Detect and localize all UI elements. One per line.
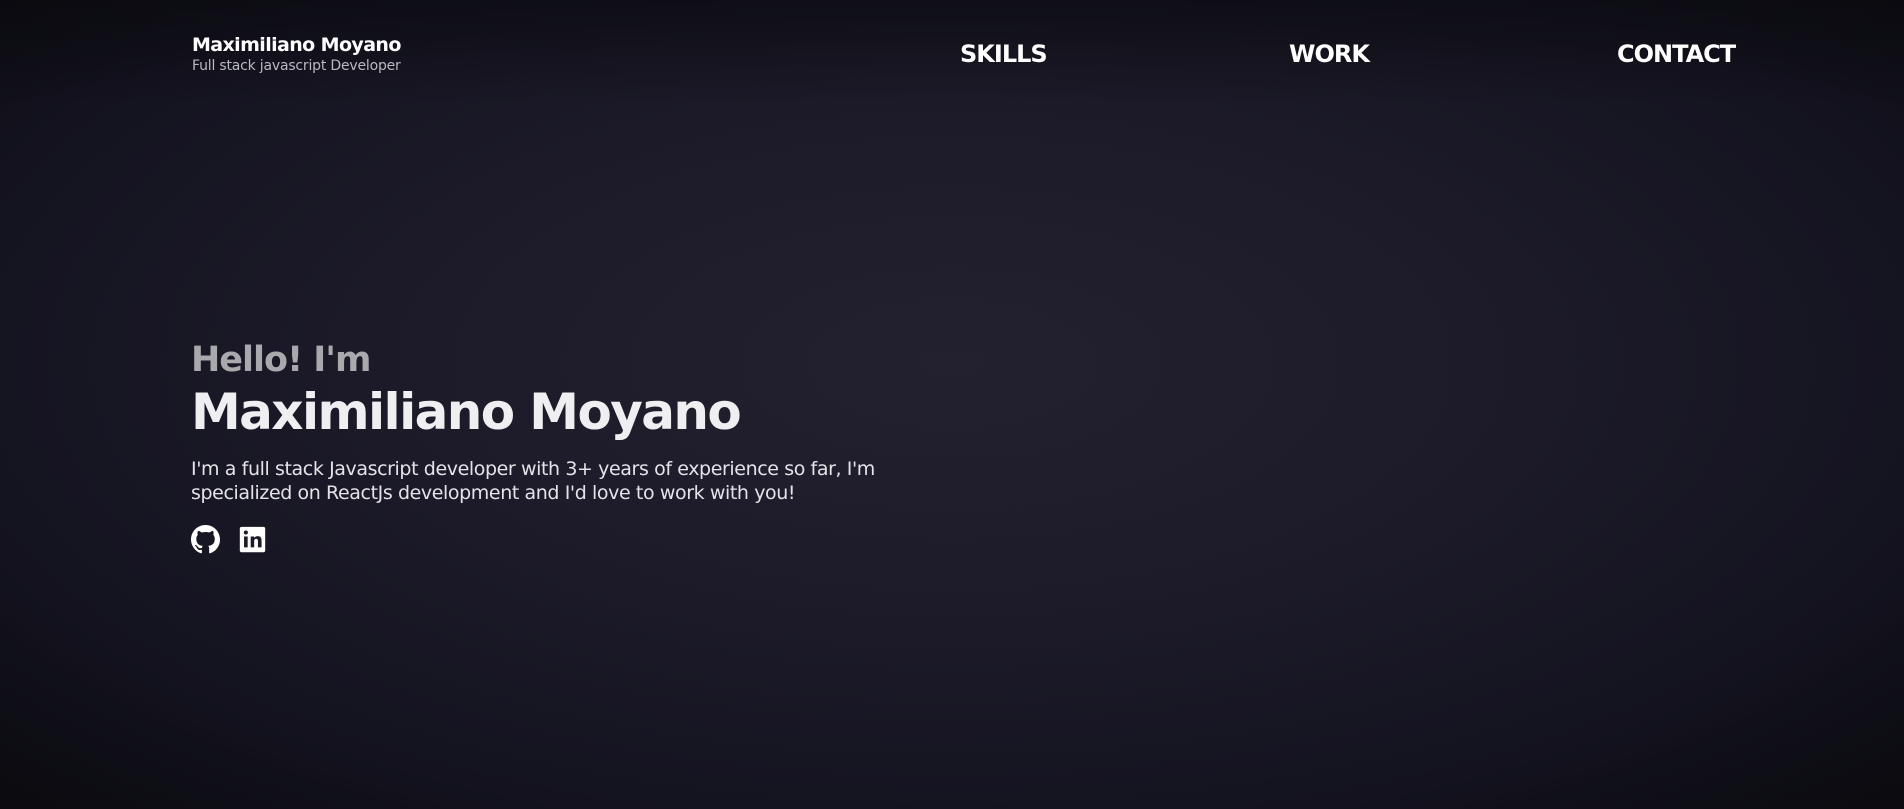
github-icon [191,525,220,554]
hero-section: Hello! I'm Maximiliano Moyano I'm a full… [191,338,911,554]
linkedin-link[interactable] [238,525,267,554]
social-links [191,525,911,554]
github-link[interactable] [191,525,220,554]
nav-contact-link[interactable]: CONTACT [1617,39,1736,69]
brand[interactable]: Maximiliano Moyano Full stack javascript… [192,33,401,74]
brand-role: Full stack javascript Developer [192,58,401,74]
linkedin-icon [239,526,266,553]
hero-description: I'm a full stack Javascript developer wi… [191,458,875,504]
hero-title: Maximiliano Moyano [191,383,742,441]
hero-greeting: Hello! I'm [191,340,371,380]
nav-skills-link[interactable]: SKILLS [960,39,1048,69]
nav-work-link[interactable]: WORK [1289,39,1370,69]
site-header: Maximiliano Moyano Full stack javascript… [0,0,1904,105]
brand-name[interactable]: Maximiliano Moyano [192,33,401,57]
